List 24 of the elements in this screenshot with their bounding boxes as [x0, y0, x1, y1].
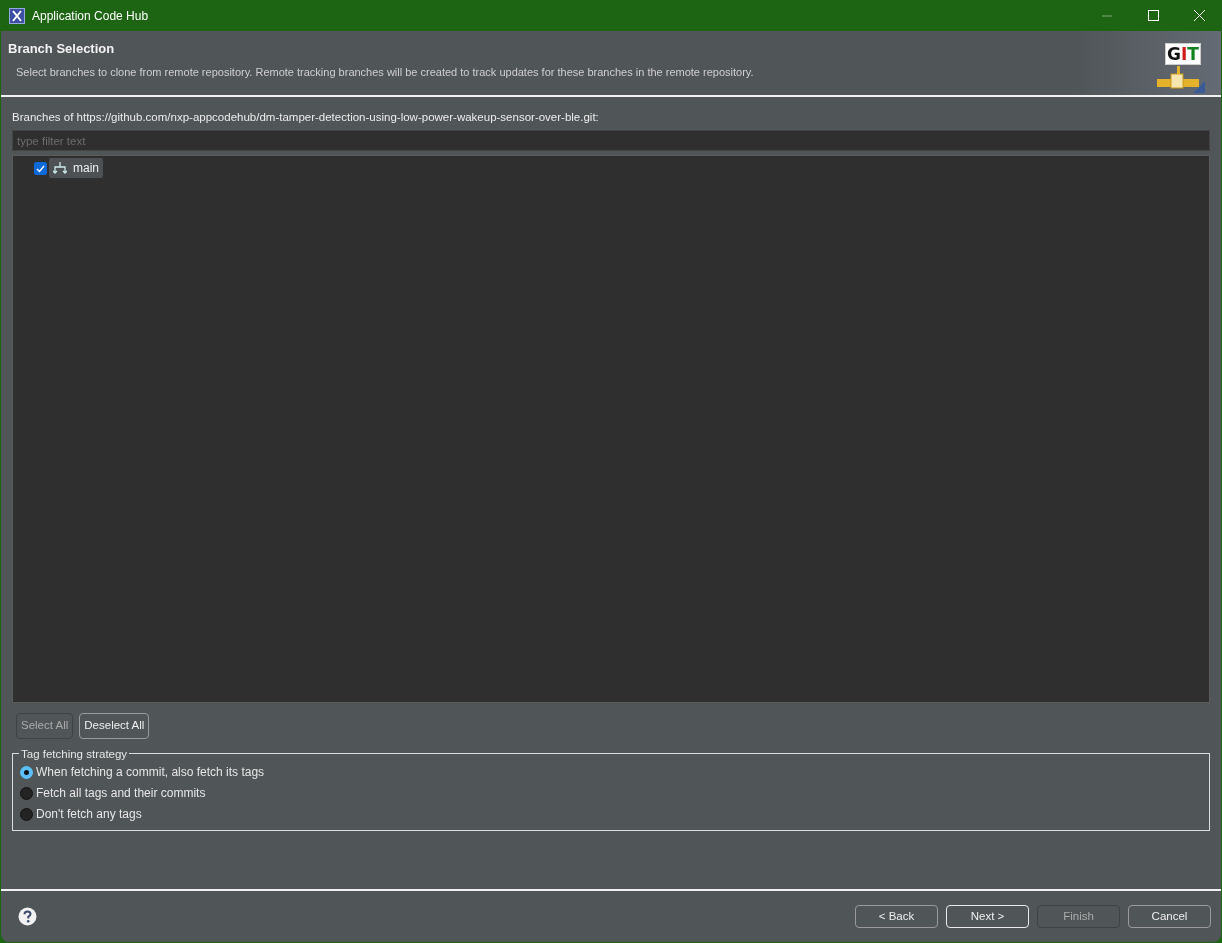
logo-text: GIT: [1165, 43, 1201, 65]
wizard-button[interactable]: Cancel: [1128, 905, 1211, 928]
option-label: When fetching a commit, also fetch its tags: [36, 764, 265, 781]
wizard-button[interactable]: Next >: [946, 905, 1029, 928]
checkbox[interactable]: [34, 161, 47, 175]
maximize-icon: [1147, 10, 1159, 21]
help-icon[interactable]: [18, 907, 37, 926]
pipe-drawing: [1157, 66, 1205, 94]
branches-label: Branches of https://github.com/nxp-appcodehub/dm-tamper-detection-using-low-power-wakeup-sensor-over-ble.git:: [12, 110, 600, 125]
branch-icon: [53, 162, 67, 175]
close-icon: [1193, 10, 1205, 21]
radio-button[interactable]: [20, 786, 33, 800]
option-label: Fetch all tags and their commits: [36, 785, 206, 802]
window-title: Application Code Hub: [32, 7, 149, 25]
wizard-button[interactable]: < Back: [855, 905, 938, 928]
radio-button[interactable]: [20, 765, 33, 779]
filter-field[interactable]: type filter text: [12, 130, 1210, 152]
page-title: Branch Selection: [7, 40, 116, 58]
selection-button[interactable]: Deselect All: [79, 713, 150, 739]
radio-button[interactable]: [20, 807, 33, 821]
app-logo-icon: [9, 7, 25, 24]
page-description: Select branches to clone from remote repository. Remote tracking branches will be created to track updates for these branches in the remote repository.: [15, 64, 754, 80]
branch-item[interactable]: main: [49, 158, 103, 179]
option-label: Don't fetch any tags: [36, 806, 142, 823]
